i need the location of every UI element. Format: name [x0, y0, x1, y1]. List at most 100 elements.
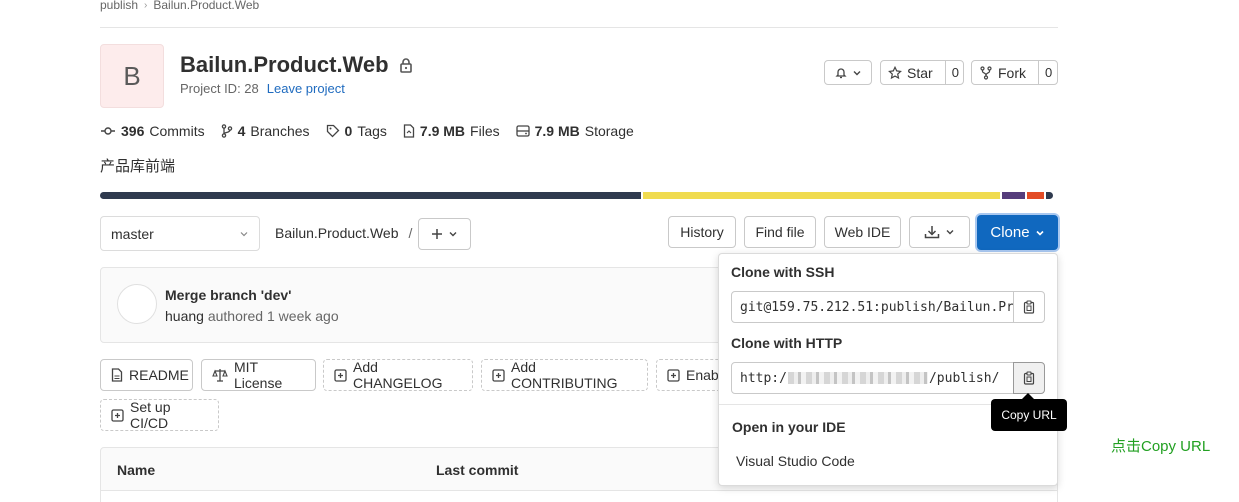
clone-label: Clone — [990, 224, 1030, 241]
project-id: Project ID: 28 — [180, 81, 259, 96]
files-stat[interactable]: 7.9 MB Files — [403, 123, 500, 139]
branch-dropdown[interactable]: master — [100, 216, 260, 251]
add-file-dropdown[interactable] — [418, 218, 471, 250]
fork-button[interactable]: Fork 0 — [971, 60, 1058, 85]
avatar[interactable] — [117, 284, 157, 324]
plus-square-icon — [492, 368, 505, 382]
visual-studio-code-item[interactable]: Visual Studio Code — [736, 453, 855, 469]
chevron-right-icon: › — [144, 0, 148, 11]
copy-ssh-url-button[interactable] — [1013, 291, 1045, 323]
chevron-down-icon — [945, 227, 955, 237]
http-url-field[interactable]: http:/ /publish/ — [731, 362, 1014, 394]
fork-count[interactable]: 0 — [1038, 61, 1057, 84]
plus-icon — [431, 228, 443, 240]
download-button[interactable] — [909, 216, 970, 248]
language-bar-segment[interactable] — [1001, 192, 1025, 199]
setup-cicd-label: Set up CI/CD — [130, 399, 171, 431]
name-column-header: Name — [117, 462, 156, 478]
bell-icon — [834, 67, 847, 79]
plus-square-icon — [667, 368, 680, 382]
language-bar-segment[interactable] — [643, 192, 1000, 199]
commit-title-link[interactable]: Merge branch 'dev' — [165, 287, 291, 303]
storage-stat[interactable]: 7.9 MB Storage — [515, 123, 634, 139]
redacted-host — [787, 372, 928, 384]
storage-size: 7.9 MB — [534, 123, 580, 139]
add-contributing-button[interactable]: Add CONTRIBUTING — [481, 359, 648, 391]
star-icon — [888, 65, 902, 80]
notification-button[interactable] — [824, 60, 872, 85]
commits-stat[interactable]: 396 Commits — [100, 123, 205, 139]
commits-count: 396 — [121, 123, 145, 139]
branch-name: master — [111, 225, 154, 242]
http-url-prefix: http:/ — [740, 370, 787, 386]
add-changelog-button[interactable]: Add CHANGELOG — [323, 359, 473, 391]
path-separator: / — [408, 225, 413, 241]
project-stats: 396 Commits 4 Branches 0 Tags 7.9 MB Fil… — [100, 123, 634, 139]
leave-project-link[interactable]: Leave project — [267, 81, 345, 96]
storage-icon — [515, 125, 530, 137]
chevron-down-icon — [239, 229, 249, 239]
http-url-suffix: /publish/ — [928, 370, 1000, 386]
tags-stat[interactable]: 0 Tags — [326, 123, 387, 139]
license-label: MIT License — [234, 359, 283, 391]
breadcrumb-current[interactable]: Bailun.Product.Web — [153, 0, 259, 12]
storage-label: Storage — [584, 123, 634, 139]
tags-label: Tags — [357, 123, 387, 139]
language-bar-segment[interactable] — [100, 192, 642, 199]
plus-square-icon — [334, 368, 347, 382]
star-count[interactable]: 0 — [944, 61, 963, 84]
branches-count: 4 — [237, 123, 246, 139]
file-icon — [111, 368, 123, 382]
open-in-ide-label: Open in your IDE — [732, 419, 846, 435]
enable-label: Enabl — [686, 367, 722, 383]
language-bar-segment[interactable] — [1045, 192, 1054, 199]
annotation-text: 点击Copy URL — [1111, 438, 1211, 455]
star-button[interactable]: Star 0 — [880, 60, 964, 85]
chevron-down-icon — [448, 229, 458, 239]
tag-icon — [326, 124, 340, 138]
scale-icon — [212, 368, 228, 382]
files-size: 7.9 MB — [419, 123, 466, 139]
project-avatar: B — [100, 44, 164, 108]
license-button[interactable]: MIT License — [201, 359, 316, 391]
last-commit-column-header: Last commit — [436, 462, 519, 478]
commits-label: Commits — [149, 123, 205, 139]
download-icon — [924, 225, 940, 239]
path-root-link[interactable]: Bailun.Product.Web — [275, 225, 398, 241]
readme-label: README — [129, 367, 189, 383]
find-file-button[interactable]: Find file — [744, 216, 816, 248]
commit-meta: huang authored 1 week ago — [165, 308, 339, 324]
enable-button[interactable]: Enabl — [656, 359, 726, 391]
project-title: Bailun.Product.Web — [180, 52, 389, 77]
project-subtitle: Project ID: 28 Leave project — [180, 81, 345, 96]
commit-authored-text: authored — [207, 308, 264, 324]
history-button[interactable]: History — [668, 216, 736, 248]
lock-icon — [399, 57, 413, 73]
language-bar — [100, 192, 1058, 199]
files-label: Files — [470, 123, 500, 139]
setup-cicd-button[interactable]: Set up CI/CD — [100, 399, 219, 431]
clone-button[interactable]: Clone — [977, 215, 1058, 250]
branches-stat[interactable]: 4 Branches — [221, 123, 310, 139]
language-bar-segment[interactable] — [1026, 192, 1044, 199]
branch-icon — [221, 124, 233, 138]
tags-count: 0 — [344, 123, 353, 139]
fork-label: Fork — [998, 64, 1026, 81]
readme-button[interactable]: README — [100, 359, 193, 391]
copy-url-tooltip: Copy URL — [991, 399, 1067, 431]
divider — [100, 27, 1058, 28]
fork-icon — [979, 65, 993, 80]
commit-author-link[interactable]: huang — [165, 308, 204, 324]
web-ide-button[interactable]: Web IDE — [824, 216, 901, 248]
copy-http-url-button[interactable] — [1013, 362, 1045, 394]
branches-label: Branches — [250, 123, 310, 139]
breadcrumb-parent[interactable]: publish — [100, 0, 138, 12]
chevron-down-icon — [1035, 228, 1045, 238]
clone-http-label: Clone with HTTP — [731, 335, 843, 351]
breadcrumb: publish › Bailun.Product.Web — [100, 0, 259, 12]
clone-ssh-label: Clone with SSH — [731, 264, 835, 280]
add-changelog-label: Add CHANGELOG — [353, 359, 443, 391]
commit-icon — [100, 126, 116, 136]
ssh-url-field[interactable]: git@159.75.212.51:publish/Bailun.Product… — [731, 291, 1014, 323]
clipboard-icon — [1023, 371, 1035, 385]
